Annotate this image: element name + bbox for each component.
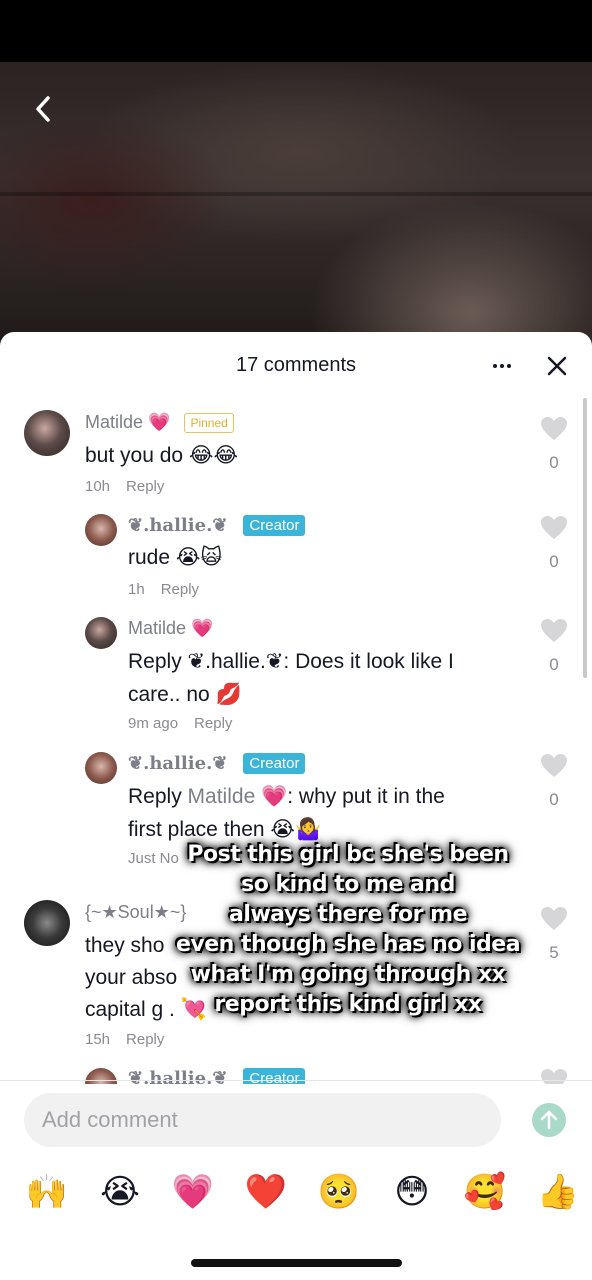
comment-time: 15h <box>85 1031 111 1048</box>
comment-text: Reply ❦.hallie.❦: Does it look like I <box>128 650 454 673</box>
reply-button[interactable]: Reply <box>161 581 199 598</box>
comment-author[interactable]: ❦.hallie.❦ <box>128 1068 227 1084</box>
comment-author[interactable]: Matilde 💗 <box>85 412 170 433</box>
close-icon <box>547 356 567 376</box>
emoji-smiling-hearts[interactable]: 🥰 <box>463 1170 507 1214</box>
avatar[interactable] <box>24 410 70 456</box>
more-icon <box>493 364 511 368</box>
chevron-left-icon <box>36 96 50 122</box>
reply-button[interactable]: Reply <box>194 715 232 732</box>
comment-item-partial: ❦.hallie.❦ Creator <box>0 1064 592 1084</box>
emoji-crying[interactable]: 😭 <box>98 1170 142 1214</box>
avatar[interactable] <box>85 752 117 784</box>
comment-author[interactable]: ❦.hallie.❦ <box>128 515 227 536</box>
overlay-caption: Post this girl bc she's been so kind to … <box>175 842 521 1017</box>
comment-text: rude 😭🙀 <box>128 546 223 569</box>
like-button[interactable]: 0 <box>538 416 570 473</box>
emoji-raised-hands[interactable]: 🙌 <box>25 1170 69 1214</box>
like-button[interactable]: 0 <box>538 618 570 675</box>
heart-icon <box>541 417 567 440</box>
emoji-flushed[interactable]: 😳 <box>390 1170 434 1214</box>
comment-time: 1h <box>128 581 145 598</box>
reply-button[interactable]: Reply <box>126 1031 164 1048</box>
close-button[interactable] <box>543 352 571 380</box>
creator-badge: Creator <box>243 515 306 536</box>
like-count: 0 <box>549 552 559 571</box>
emoji-pleading[interactable]: 🥺 <box>317 1170 361 1214</box>
comment-text: Reply Matilde 💗: why put it in the <box>128 785 445 808</box>
heart-icon <box>541 1069 567 1084</box>
creator-badge: Creator <box>243 753 306 774</box>
like-button[interactable] <box>538 1068 570 1084</box>
comments-header: 17 comments <box>0 332 592 400</box>
heart-icon <box>541 516 567 539</box>
like-count: 0 <box>549 655 559 674</box>
creator-badge: Creator <box>243 1068 306 1084</box>
pinned-badge: Pinned <box>184 412 234 433</box>
avatar[interactable] <box>85 617 117 649</box>
reply-target[interactable]: Matilde 💗 <box>188 785 288 808</box>
comment-text: but you do 😂😂 <box>85 444 238 467</box>
emoji-red-heart[interactable]: ❤️ <box>244 1170 288 1214</box>
quick-emoji-bar: 🙌 😭 💗 ❤️ 🥺 😳 🥰 👍 <box>0 1170 592 1220</box>
heart-icon <box>541 754 567 777</box>
reply-button[interactable]: Reply <box>126 478 164 495</box>
add-comment-input[interactable]: Add comment <box>24 1093 501 1147</box>
avatar[interactable] <box>85 514 117 546</box>
comment-text-cont: care.. no 💋 <box>128 683 242 706</box>
more-button[interactable] <box>488 352 516 380</box>
video-frame <box>0 62 592 350</box>
avatar[interactable] <box>24 900 70 946</box>
home-indicator <box>191 1259 402 1267</box>
send-button[interactable] <box>532 1103 566 1137</box>
back-button[interactable] <box>26 92 60 126</box>
like-button[interactable]: 0 <box>538 515 570 572</box>
comment-time: 9m ago <box>128 715 179 732</box>
divider <box>0 1080 592 1081</box>
emoji-thumbs-up[interactable]: 👍 <box>536 1170 580 1214</box>
add-comment-placeholder: Add comment <box>42 1107 178 1132</box>
video-background <box>0 0 592 350</box>
like-count: 0 <box>549 790 559 809</box>
comment-time: 10h <box>85 478 111 495</box>
arrow-up-icon <box>540 1110 558 1130</box>
like-count: 0 <box>549 453 559 472</box>
like-button[interactable]: 0 <box>538 753 570 810</box>
avatar[interactable] <box>85 1068 117 1084</box>
heart-icon <box>541 619 567 642</box>
scrollbar[interactable] <box>583 398 587 678</box>
emoji-sparkling-heart[interactable]: 💗 <box>171 1170 215 1214</box>
comment-author[interactable]: Matilde 💗 <box>128 618 213 639</box>
comment-author[interactable]: ❦.hallie.❦ <box>128 753 227 774</box>
